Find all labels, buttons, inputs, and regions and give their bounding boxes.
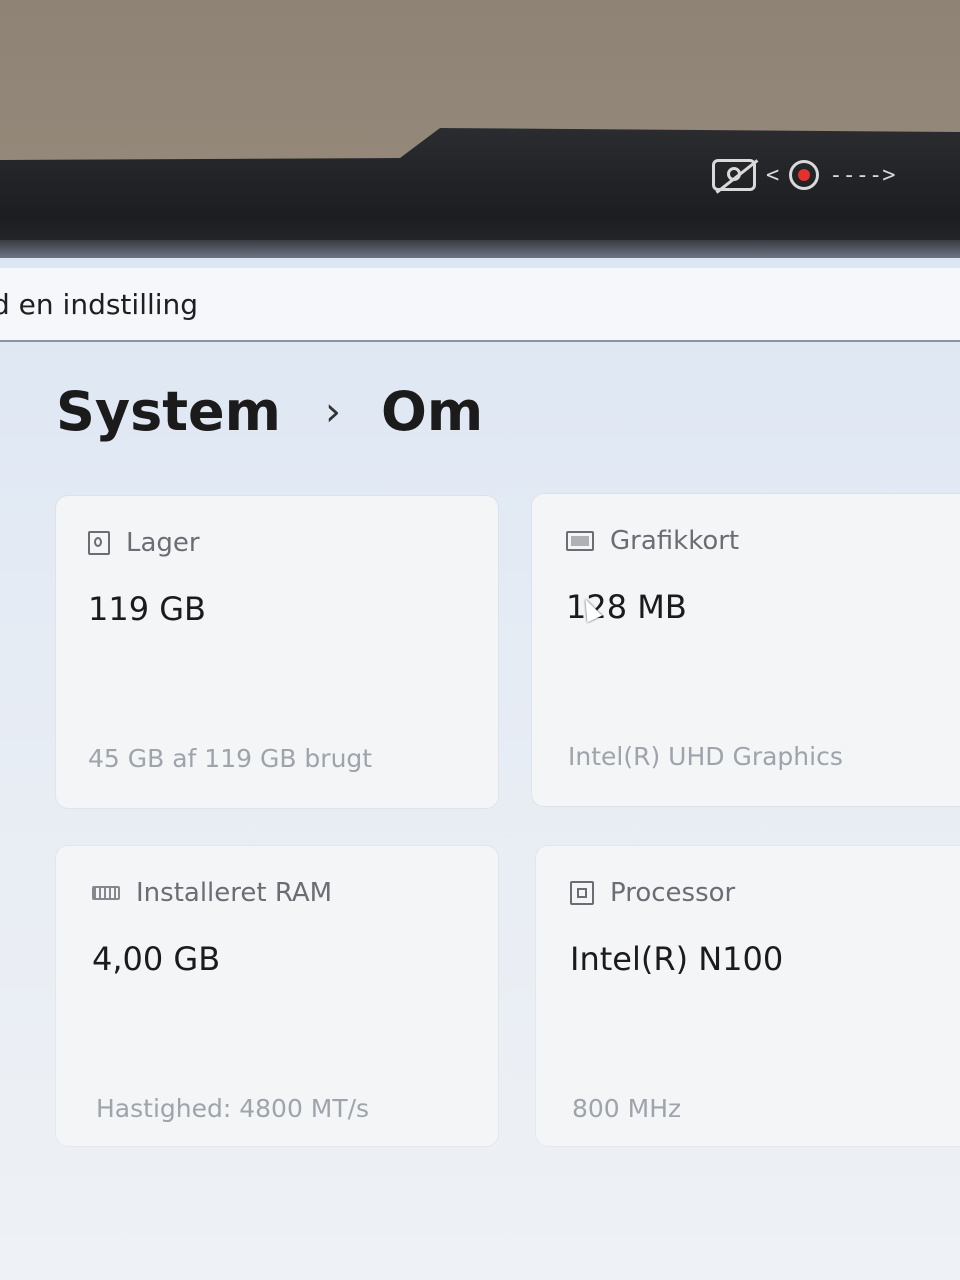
breadcrumb-current-page: Om bbox=[380, 380, 484, 443]
graphics-card-icon bbox=[566, 531, 594, 551]
ram-card-header: Installeret RAM bbox=[92, 878, 332, 908]
storage-card-header: Lager bbox=[88, 528, 200, 558]
storage-title: Lager bbox=[126, 528, 200, 558]
settings-window: d en indstilling System › Om Lager 119 G… bbox=[0, 258, 960, 1280]
graphics-card-name: Intel(R) UHD Graphics bbox=[568, 742, 843, 771]
processor-value: Intel(R) N100 bbox=[570, 940, 784, 978]
ram-title: Installeret RAM bbox=[136, 878, 333, 908]
search-settings-input[interactable]: d en indstilling bbox=[0, 268, 960, 342]
breadcrumb-system[interactable]: System bbox=[56, 380, 281, 443]
processor-card[interactable]: Processor Intel(R) N100 800 MHz bbox=[536, 846, 960, 1146]
webcam-privacy-shutter: < ----> bbox=[712, 150, 960, 200]
search-placeholder: d en indstilling bbox=[0, 287, 199, 321]
storage-card[interactable]: Lager 119 GB 45 GB af 119 GB brugt bbox=[56, 496, 498, 808]
breadcrumb-separator-icon: › bbox=[324, 388, 341, 435]
ram-icon bbox=[92, 886, 120, 900]
breadcrumb: System › Om bbox=[56, 380, 483, 443]
processor-speed: 800 MHz bbox=[572, 1094, 682, 1123]
bezel-edge bbox=[0, 240, 960, 258]
shutter-indicator-icon bbox=[789, 160, 820, 190]
shutter-arrow: ----> bbox=[829, 162, 896, 188]
processor-title: Processor bbox=[610, 878, 736, 908]
graphics-card-header: Grafikkort bbox=[566, 526, 739, 556]
storage-icon bbox=[88, 531, 110, 555]
processor-card-header: Processor bbox=[570, 878, 735, 908]
processor-icon bbox=[570, 881, 594, 905]
ram-card[interactable]: Installeret RAM 4,00 GB Hastighed: 4800 … bbox=[56, 846, 498, 1146]
storage-value: 119 GB bbox=[88, 590, 206, 628]
graphics-card-card[interactable]: Grafikkort 128 MB Intel(R) UHD Graphics bbox=[532, 494, 960, 806]
shutter-left-arrow: < bbox=[766, 162, 780, 188]
storage-usage: 45 GB af 119 GB brugt bbox=[88, 744, 373, 773]
camera-off-icon bbox=[712, 159, 756, 191]
ram-speed: Hastighed: 4800 MT/s bbox=[96, 1094, 370, 1123]
graphics-card-title: Grafikkort bbox=[610, 526, 740, 556]
ram-value: 4,00 GB bbox=[92, 940, 221, 978]
